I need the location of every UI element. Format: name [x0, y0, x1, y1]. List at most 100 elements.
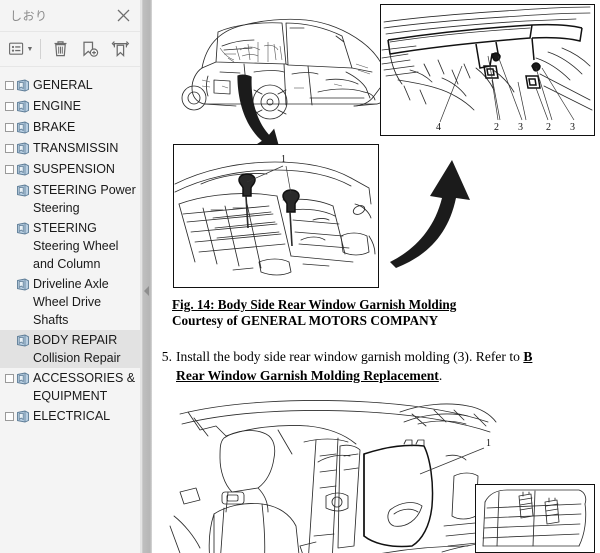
bookmark-label: ELECTRICAL — [33, 409, 111, 423]
sidebar-splitter[interactable] — [141, 0, 152, 553]
pdf-page: 4 2 3 2 3 1 Fig. 14: Body Side Rear Wind… — [152, 0, 600, 553]
expand-box-glyph — [5, 144, 14, 153]
bookmark-ribbon-glyph — [16, 163, 29, 176]
callout-1-upper: 1 — [281, 154, 286, 165]
bookmark-label: SUSPENSION — [33, 162, 115, 176]
bookmark-icon — [15, 140, 30, 157]
bookmark-item[interactable]: TRANSMISSIN — [0, 138, 140, 159]
expand-toggle-icon[interactable] — [4, 77, 15, 94]
bookmarks-sidebar: しおり ▼ GENERAL ENGINE BRAKE TRANSMISSIN S… — [0, 0, 141, 553]
bookmark-item[interactable]: BRAKE — [0, 117, 140, 138]
callout-2b: 2 — [546, 122, 551, 133]
roof-rail-detail: 4 2 3 2 3 — [381, 6, 593, 133]
edit-bookmark-icon[interactable] — [105, 34, 135, 64]
bookmark-label: BRAKE — [33, 120, 76, 134]
interior-garnish-molding: 1 — [169, 400, 507, 553]
instruction-step: 5. Install the body side rear window gar… — [152, 347, 600, 385]
bookmark-options-icon[interactable]: ▼ — [6, 34, 36, 64]
expand-box-glyph — [5, 81, 14, 90]
bookmark-icon — [15, 119, 30, 136]
close-icon[interactable] — [112, 5, 134, 27]
bookmark-item[interactable]: STEERING Power Steering — [0, 180, 140, 218]
expand-box-glyph — [5, 412, 14, 421]
chevron-left-icon — [143, 286, 149, 296]
bookmark-label: GENERAL — [33, 78, 93, 92]
bookmark-label: TRANSMISSIN — [33, 141, 119, 155]
caption-line-1: Fig. 14: Body Side Rear Window Garnish M… — [172, 297, 457, 312]
toolbar-divider — [40, 39, 41, 59]
bookmark-icon — [15, 276, 30, 293]
bookmark-ribbon-glyph — [16, 222, 29, 235]
close-glyph — [117, 9, 129, 22]
bookmark-ribbon-glyph — [16, 410, 29, 423]
bookmark-icon — [15, 370, 30, 387]
bookmark-plus-glyph — [83, 41, 99, 57]
callout-1-lower: 1 — [486, 438, 491, 449]
bookmark-tree: GENERAL ENGINE BRAKE TRANSMISSIN SUSPENSION S… — [0, 67, 140, 553]
bookmark-icon — [15, 161, 30, 178]
bookmark-icon — [15, 98, 30, 115]
callout-4: 4 — [436, 122, 441, 133]
callout-2a: 2 — [494, 122, 499, 133]
flow-arrow-up — [390, 160, 470, 268]
bookmark-icon — [15, 220, 30, 237]
bookmark-item[interactable]: BODY REPAIR Collision Repair — [0, 330, 140, 368]
expand-toggle-icon[interactable] — [4, 370, 15, 387]
bookmark-ribbon-glyph — [16, 278, 29, 291]
bookmark-ribbon-glyph — [16, 100, 29, 113]
bookmark-item[interactable]: Driveline Axle Wheel Drive Shafts — [0, 274, 140, 330]
bookmark-label: STEERING Power Steering — [33, 183, 136, 215]
caption-line-2: Courtesy of GENERAL MOTORS COMPANY — [172, 313, 439, 328]
bookmark-item[interactable]: STEERING Steering Wheel and Column — [0, 218, 140, 274]
sidebar-toolbar: ▼ — [0, 31, 140, 67]
bookmark-label: ACCESSORIES & EQUIPMENT — [33, 371, 136, 403]
step-link-start[interactable]: B — [523, 349, 532, 364]
bookmark-label: ENGINE — [33, 99, 81, 113]
pdf-viewer-window: しおり ▼ GENERAL ENGINE BRAKE TRANSMISSIN S… — [0, 0, 600, 553]
callout-3b: 3 — [570, 122, 575, 133]
bookmark-item[interactable]: SUSPENSION — [0, 159, 140, 180]
sidebar-header: しおり — [0, 0, 140, 31]
bookmark-icon — [15, 332, 30, 349]
step-body: Install the body side rear window garnis… — [176, 347, 600, 385]
bookmark-label: Driveline Axle Wheel Drive Shafts — [33, 277, 109, 327]
trash-glyph — [54, 41, 66, 57]
expand-toggle-icon[interactable] — [4, 119, 15, 136]
pdf-page-viewport[interactable]: 4 2 3 2 3 1 Fig. 14: Body Side Rear Wind… — [152, 0, 600, 553]
clip-retainer-inset — [482, 489, 587, 547]
collapse-sidebar-icon[interactable] — [143, 285, 150, 297]
bookmark-sync-glyph — [111, 41, 129, 58]
vehicle-line-drawing — [181, 18, 389, 152]
expand-toggle-icon[interactable] — [4, 140, 15, 157]
expand-toggle-icon[interactable] — [4, 161, 15, 178]
bookmark-label: STEERING Steering Wheel and Column — [33, 221, 119, 271]
bookmark-ribbon-glyph — [16, 121, 29, 134]
bookmark-icon — [15, 182, 30, 199]
bookmark-icon — [15, 408, 30, 425]
expand-toggle-icon[interactable] — [4, 408, 15, 425]
bookmark-ribbon-glyph — [16, 334, 29, 347]
bookmark-ribbon-glyph — [16, 142, 29, 155]
expand-box-glyph — [5, 123, 14, 132]
pillar-clip-detail: 1 — [174, 154, 376, 276]
bookmark-ribbon-glyph — [16, 184, 29, 197]
step-number: 5. — [161, 349, 172, 364]
expand-box-glyph — [5, 102, 14, 111]
list-options-glyph — [8, 42, 23, 55]
callout-3a: 3 — [518, 122, 523, 133]
bookmark-item[interactable]: ELECTRICAL — [0, 406, 140, 427]
bookmark-item[interactable]: GENERAL — [0, 75, 140, 96]
chevron-down-icon: ▼ — [26, 45, 34, 53]
expand-toggle-icon[interactable] — [4, 98, 15, 115]
bookmark-icon — [15, 77, 30, 94]
bookmark-ribbon-glyph — [16, 372, 29, 385]
sidebar-title: しおり — [10, 9, 48, 23]
bookmark-item[interactable]: ENGINE — [0, 96, 140, 117]
add-bookmark-icon[interactable] — [75, 34, 105, 64]
delete-bookmark-icon[interactable] — [45, 34, 75, 64]
step-plain-text: Install the body side rear window garnis… — [176, 349, 524, 364]
step-link-continuation[interactable]: Rear Window Garnish Molding Replacement — [176, 368, 439, 383]
bookmark-item[interactable]: ACCESSORIES & EQUIPMENT — [0, 368, 140, 406]
bookmark-ribbon-glyph — [16, 79, 29, 92]
expand-box-glyph — [5, 165, 14, 174]
